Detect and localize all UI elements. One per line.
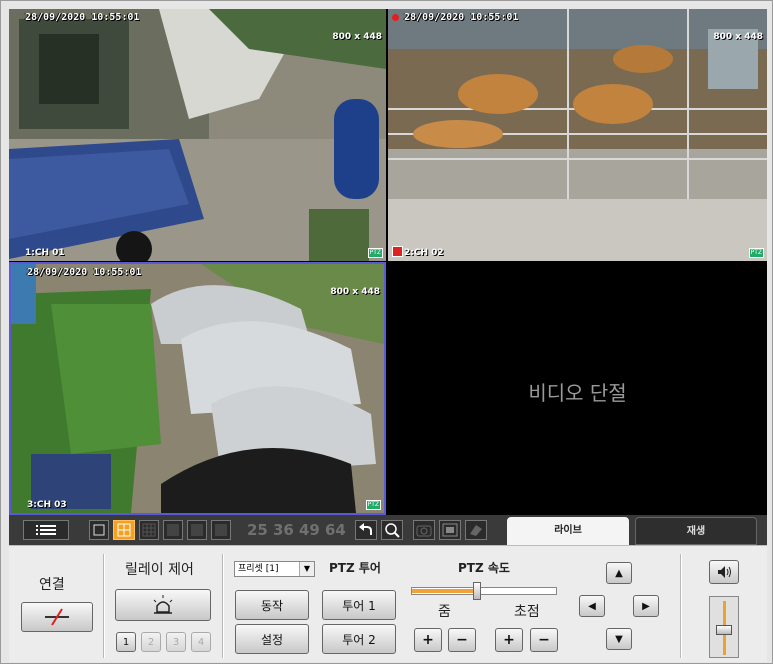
resolution-label: 800 x 448 <box>713 32 763 42</box>
layout-1-button[interactable] <box>89 520 109 540</box>
channel-label: 2:CH 02 <box>404 248 444 258</box>
ptz-speed-label: PTZ 속도 <box>458 561 510 575</box>
camera-view-ch01[interactable]: 28/09/2020 10:55:01 800 x 448 1:CH 01 PT… <box>9 9 386 261</box>
camera-feed-ch03 <box>11 264 384 513</box>
focus-far-button[interactable]: − <box>530 628 558 652</box>
preset-action-button[interactable]: 동작 <box>235 590 309 620</box>
camera-view-ch03[interactable]: 28/09/2020 10:55:01 800 x 448 3:CH 03 PT… <box>9 262 386 515</box>
connect-label: 연결 <box>39 577 65 593</box>
preset-select[interactable]: 프리셋 [1] ▼ <box>234 561 315 577</box>
ptz-up-button[interactable]: ▲ <box>606 562 632 584</box>
resolution-label: 800 x 448 <box>330 287 380 297</box>
camera-view-ch02[interactable]: 28/09/2020 10:55:01 800 x 448 2:CH 02 PT… <box>388 9 767 261</box>
erase-button[interactable] <box>465 520 487 540</box>
snapshot-button[interactable] <box>413 520 435 540</box>
zoom-in-button[interactable]: + <box>414 628 442 652</box>
ptz-icon: PTZ <box>748 248 764 258</box>
audio-button[interactable] <box>709 560 739 584</box>
camera-icon <box>416 525 432 537</box>
zoom-label: 줌 <box>438 604 451 620</box>
disconnect-icon <box>45 608 69 626</box>
preset-setting-button[interactable]: 설정 <box>235 624 309 654</box>
tour-2-button[interactable]: 투어 2 <box>322 624 396 654</box>
ptz-speed-slider[interactable] <box>411 582 557 600</box>
tour-1-button[interactable]: 투어 1 <box>322 590 396 620</box>
channel-label: 1:CH 01 <box>25 248 65 258</box>
arrow-right-icon: ▶ <box>642 600 650 612</box>
layout-16-button[interactable] <box>163 520 183 540</box>
zoom-out-button[interactable]: − <box>448 628 476 652</box>
camera-feed-ch02 <box>388 9 767 261</box>
fullscreen-button[interactable] <box>439 520 461 540</box>
divider <box>222 554 223 658</box>
ptz-tour-label: PTZ 투어 <box>329 561 381 575</box>
layout-toolbar: 25 36 49 64 라이브 재생 <box>9 515 767 545</box>
viewer-window: 28/09/2020 10:55:01 800 x 448 1:CH 01 PT… <box>0 0 773 664</box>
record-square-icon <box>392 246 403 257</box>
arrow-up-icon: ▲ <box>615 567 623 579</box>
tab-live[interactable]: 라이브 <box>507 517 629 545</box>
grid-9-icon <box>142 523 156 537</box>
layout-9-button[interactable] <box>139 520 159 540</box>
relay-channel-2[interactable]: 2 <box>141 632 161 652</box>
focus-near-button[interactable]: + <box>495 628 523 652</box>
volume-handle[interactable] <box>716 624 732 635</box>
divider <box>103 554 104 658</box>
speaker-icon <box>718 566 731 578</box>
ptz-icon: PTZ <box>365 500 381 510</box>
layout-36-button[interactable]: 36 <box>273 521 294 539</box>
zoom-button[interactable] <box>381 520 403 540</box>
volume-slider[interactable] <box>709 596 739 658</box>
single-view-icon <box>93 524 105 536</box>
ptz-right-button[interactable]: ▶ <box>633 595 659 617</box>
video-grid: 28/09/2020 10:55:01 800 x 448 1:CH 01 PT… <box>9 9 767 515</box>
alarm-light-icon <box>153 595 173 614</box>
eraser-icon <box>470 525 482 536</box>
relay-channel-4[interactable]: 4 <box>191 632 211 652</box>
ptz-icon: PTZ <box>367 248 383 258</box>
control-panel: 연결 릴레이 제어 1 2 3 4 프리셋 [1] ▼ 동작 설정 PTZ 투어… <box>9 545 767 662</box>
chevron-down-icon: ▼ <box>299 562 314 576</box>
relay-channel-3[interactable]: 3 <box>166 632 186 652</box>
layout-25-button[interactable]: 25 <box>247 521 268 539</box>
grid-8-icon <box>191 524 203 536</box>
ptz-down-button[interactable]: ▼ <box>606 628 632 650</box>
layout-10-button[interactable] <box>211 520 231 540</box>
slider-handle[interactable] <box>472 582 481 600</box>
grid-10-icon <box>215 524 227 536</box>
return-arrow-icon <box>359 523 372 535</box>
menu-list-button[interactable] <box>23 520 69 540</box>
preset-select-value: 프리셋 [1] <box>238 564 279 574</box>
quad-view-icon <box>117 523 131 537</box>
timestamp: 28/09/2020 10:55:01 <box>27 267 142 278</box>
channel-label: 3:CH 03 <box>27 500 67 510</box>
layout-8-button[interactable] <box>187 520 207 540</box>
magnifier-icon <box>385 523 400 538</box>
divider <box>680 554 681 658</box>
relay-button[interactable] <box>115 589 211 621</box>
arrow-down-icon: ▼ <box>615 633 623 645</box>
arrow-left-icon: ◀ <box>588 600 596 612</box>
resolution-label: 800 x 448 <box>332 32 382 42</box>
ptz-left-button[interactable]: ◀ <box>579 595 605 617</box>
layout-4-button[interactable] <box>113 520 135 540</box>
timestamp: 28/09/2020 10:55:01 <box>25 12 140 23</box>
list-icon <box>36 525 56 535</box>
timestamp: 28/09/2020 10:55:01 <box>404 12 519 23</box>
fullscreen-icon <box>442 523 458 537</box>
tab-playback[interactable]: 재생 <box>635 517 757 545</box>
grid-16-icon <box>167 524 179 536</box>
focus-label: 초점 <box>514 604 540 620</box>
recording-indicator <box>392 14 399 21</box>
camera-feed-ch01 <box>9 9 386 261</box>
relay-channel-1[interactable]: 1 <box>116 632 136 652</box>
relay-label: 릴레이 제어 <box>125 562 194 578</box>
layout-49-button[interactable]: 49 <box>299 521 320 539</box>
video-lost-message: 비디오 단절 <box>528 381 627 405</box>
camera-view-ch04[interactable]: 비디오 단절 <box>388 262 767 515</box>
layout-64-button[interactable]: 64 <box>325 521 346 539</box>
connect-button[interactable] <box>21 602 93 632</box>
back-button[interactable] <box>355 520 377 540</box>
slider-fill <box>412 589 477 593</box>
